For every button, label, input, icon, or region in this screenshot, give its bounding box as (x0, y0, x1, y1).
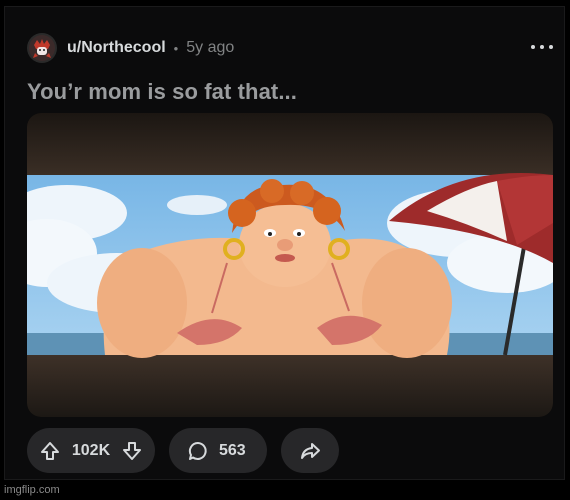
post-title[interactable]: You’r mom is so fat that... (27, 79, 297, 105)
comments-button[interactable]: 563 (169, 428, 267, 473)
post-actions: 102K 563 (27, 428, 339, 473)
avatar-icon (29, 35, 55, 61)
comment-bubble-icon (188, 441, 207, 460)
imgflip-watermark: imgflip.com (4, 484, 60, 496)
post-author[interactable]: u/Northecool (67, 39, 166, 57)
more-dot-icon (540, 45, 544, 49)
vote-score: 102K (71, 441, 111, 459)
avatar[interactable] (27, 33, 57, 63)
comment-count: 563 (219, 441, 246, 459)
vote-bar: 102K (27, 428, 155, 473)
more-options-button[interactable] (531, 37, 553, 57)
downvote-arrow-icon[interactable] (121, 440, 143, 462)
more-dot-icon (531, 45, 535, 49)
post-header: u/Northecool • 5y ago (27, 33, 553, 63)
share-arrow-icon (301, 442, 320, 459)
post-image[interactable] (27, 113, 553, 417)
share-button[interactable] (281, 428, 339, 473)
post-age: 5y ago (186, 39, 235, 56)
upvote-arrow-icon[interactable] (39, 440, 61, 462)
more-dot-icon (549, 45, 553, 49)
meta-separator: • (173, 40, 179, 56)
post-card: u/Northecool • 5y ago You’r mom is so fa… (4, 6, 565, 480)
cartoon-beach-image (27, 113, 553, 417)
